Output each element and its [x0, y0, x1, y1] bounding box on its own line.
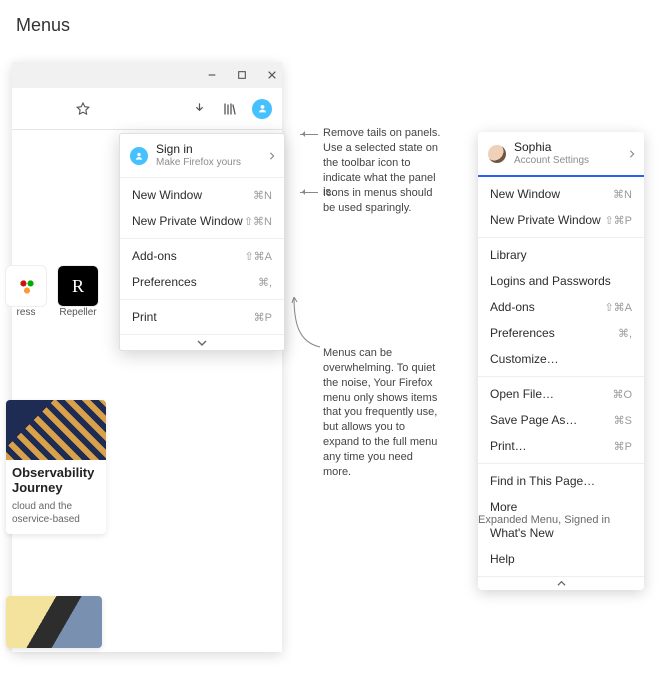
pocket-card-desc: cloud and the oservice-based — [12, 500, 100, 526]
page-title: Menus — [16, 15, 70, 36]
user-icon — [130, 147, 148, 165]
expanded-menu-caption: Expanded Menu, Signed in — [478, 514, 610, 526]
menu-help[interactable]: Help — [478, 546, 644, 572]
arrow-icon — [300, 192, 318, 193]
signin-subtitle: Make Firefox yours — [156, 157, 241, 169]
menu-new-window[interactable]: New Window⌘N — [478, 181, 644, 207]
menu-customize[interactable]: Customize… — [478, 346, 644, 372]
close-icon[interactable] — [266, 69, 278, 81]
menu-addons[interactable]: Add-ons⇧⌘A — [478, 294, 644, 320]
avatar-icon — [488, 145, 506, 163]
pocket-card-image[interactable] — [6, 596, 102, 648]
account-subtitle: Account Settings — [514, 155, 589, 167]
menu-new-private-window[interactable]: New Private Window⇧⌘N — [120, 208, 284, 234]
menu-print[interactable]: Print…⌘P — [478, 433, 644, 459]
minimize-icon[interactable] — [206, 69, 218, 81]
chevron-right-icon — [628, 147, 636, 161]
top-site-label: Repeller — [57, 307, 99, 318]
bookmark-star-icon[interactable] — [76, 102, 90, 116]
window-titlebar — [12, 62, 282, 88]
top-site-wordpress[interactable]: ress — [5, 265, 47, 318]
annotation-expand-note: Menus can be overwhelming. To quiet the … — [323, 346, 443, 480]
menu-addons[interactable]: Add-ons⇧⌘A — [120, 243, 284, 269]
browser-toolbar — [12, 88, 282, 130]
account-name: Sophia — [514, 141, 589, 155]
menu-account-header[interactable]: Sophia Account Settings — [478, 132, 644, 177]
top-sites-row: ress R Repeller — [5, 265, 99, 318]
signin-title: Sign in — [156, 143, 241, 157]
menu-find-in-page[interactable]: Find in This Page… — [478, 468, 644, 494]
menu-signin-header[interactable]: Sign in Make Firefox yours — [120, 134, 284, 178]
pocket-card[interactable]: Observability Journey cloud and the oser… — [6, 400, 106, 534]
menu-preferences[interactable]: Preferences⌘, — [120, 269, 284, 295]
arrow-icon — [300, 134, 318, 135]
pocket-card-title: Observability Journey — [12, 466, 100, 496]
annotation-icons-sparingly: Icons in menus should be used sparingly. — [323, 186, 433, 216]
top-site-label: ress — [5, 307, 47, 318]
menu-logins[interactable]: Logins and Passwords — [478, 268, 644, 294]
app-menu-simple: Sign in Make Firefox yours New Window⌘N … — [119, 133, 285, 351]
menu-save-page[interactable]: Save Page As…⌘S — [478, 407, 644, 433]
menu-new-private-window[interactable]: New Private Window⇧⌘P — [478, 207, 644, 233]
menu-preferences[interactable]: Preferences⌘, — [478, 320, 644, 346]
menu-library[interactable]: Library — [478, 242, 644, 268]
maximize-icon[interactable] — [236, 69, 248, 81]
chevron-right-icon — [268, 149, 276, 163]
download-icon[interactable] — [193, 102, 206, 115]
library-icon[interactable] — [222, 102, 236, 116]
menu-open-file[interactable]: Open File…⌘O — [478, 381, 644, 407]
menu-new-window[interactable]: New Window⌘N — [120, 182, 284, 208]
pocket-card-image — [6, 400, 106, 460]
menu-expand-chevron[interactable] — [120, 334, 284, 350]
account-avatar-icon[interactable] — [252, 99, 272, 119]
menu-collapse-chevron[interactable] — [478, 576, 644, 590]
menu-print[interactable]: Print⌘P — [120, 304, 284, 330]
top-site-repeller[interactable]: R Repeller — [57, 265, 99, 318]
